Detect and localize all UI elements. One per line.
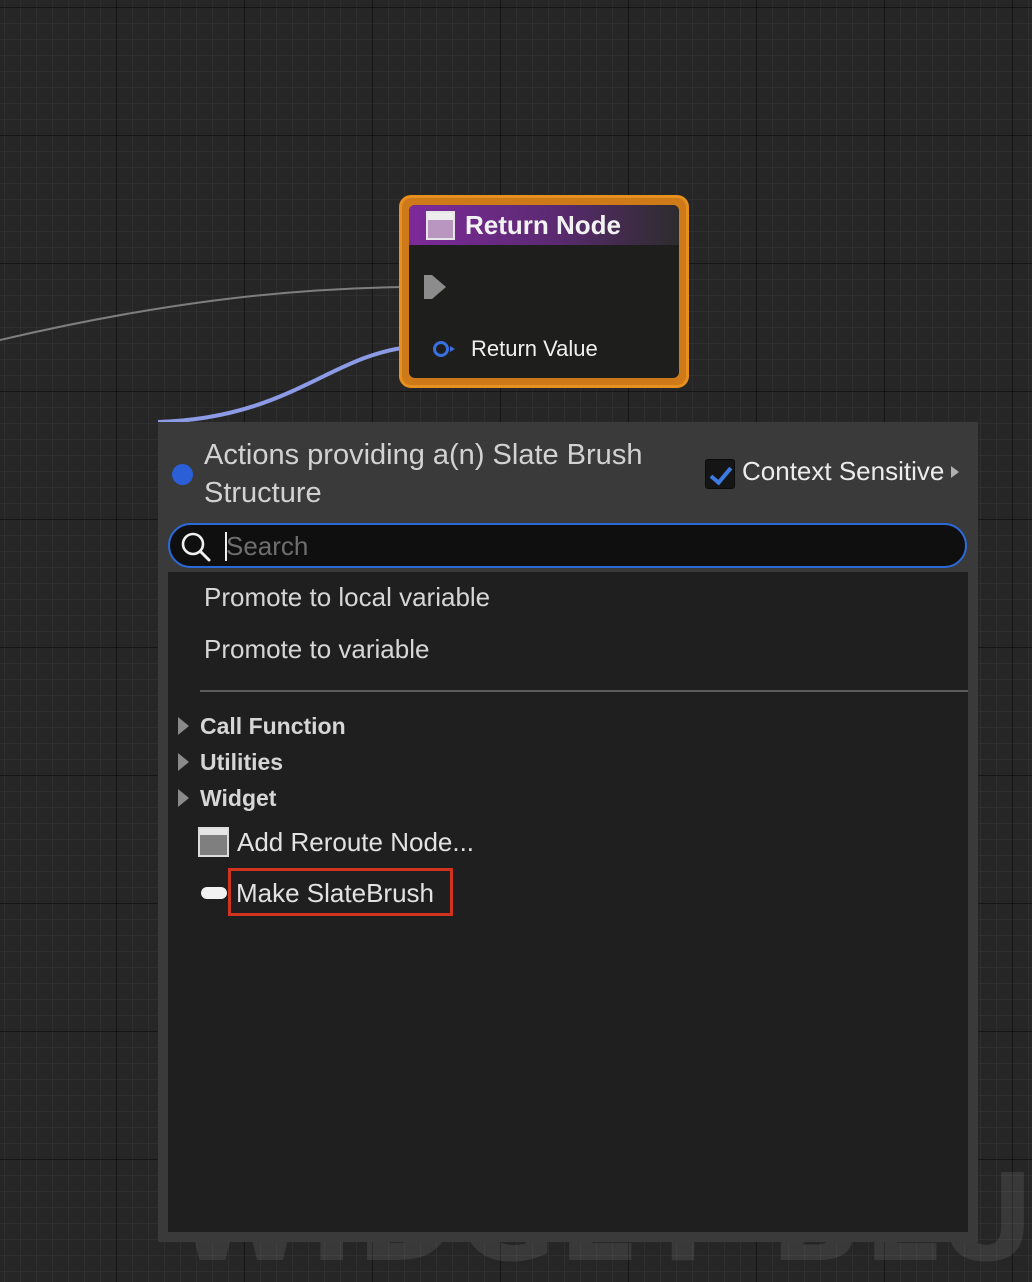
category-utilities[interactable]: Utilities (178, 746, 283, 778)
category-widget[interactable]: Widget (178, 782, 276, 814)
expand-arrow-icon[interactable] (178, 753, 189, 771)
action-menu-header: Actions providing a(n) Slate Brush Struc… (158, 422, 978, 522)
struct-type-dot-icon (172, 464, 193, 485)
list-divider (200, 690, 968, 692)
checkmark-icon (709, 461, 733, 486)
expand-arrow-icon[interactable] (178, 789, 189, 807)
node-title: Return Node (465, 209, 621, 240)
exec-wire (0, 286, 411, 341)
category-label: Call Function (200, 712, 346, 739)
category-label: Utilities (200, 748, 284, 775)
item-label: Add Reroute Node... (237, 826, 475, 857)
reroute-node-icon (198, 827, 229, 857)
return-node-body: Return Node Return Value (409, 205, 679, 378)
chevron-right-icon[interactable] (951, 466, 959, 478)
struct-pin-icon (201, 887, 227, 899)
search-input[interactable] (226, 529, 946, 564)
return-node[interactable]: Return Node Return Value (399, 195, 689, 388)
struct-wire (157, 345, 411, 424)
action-promote-variable[interactable]: Promote to variable (204, 634, 429, 665)
action-menu: Actions providing a(n) Slate Brush Struc… (158, 422, 978, 1242)
action-menu-title: Actions providing a(n) Slate Brush Struc… (204, 439, 643, 509)
expand-arrow-icon[interactable] (178, 717, 189, 735)
context-sensitive-label[interactable]: Context Sensitive (742, 456, 944, 487)
category-call-function[interactable]: Call Function (178, 710, 346, 742)
action-list[interactable]: Promote to local variable Promote to var… (168, 572, 968, 1232)
action-promote-local-variable[interactable]: Promote to local variable (204, 582, 490, 613)
item-add-reroute-node[interactable]: Add Reroute Node... (198, 822, 474, 862)
search-icon (181, 532, 211, 562)
return-node-header[interactable]: Return Node (409, 205, 679, 245)
item-label: Make SlateBrush (236, 877, 434, 908)
category-label: Widget (200, 784, 277, 811)
return-value-label: Return Value (471, 336, 598, 361)
context-sensitive-checkbox[interactable] (705, 459, 735, 489)
search-box[interactable] (168, 523, 967, 568)
return-value-pin-icon[interactable] (433, 341, 455, 357)
item-make-slatebrush[interactable]: Make SlateBrush (198, 873, 434, 913)
exec-input-pin-icon[interactable] (424, 275, 446, 299)
function-node-icon (426, 210, 455, 240)
